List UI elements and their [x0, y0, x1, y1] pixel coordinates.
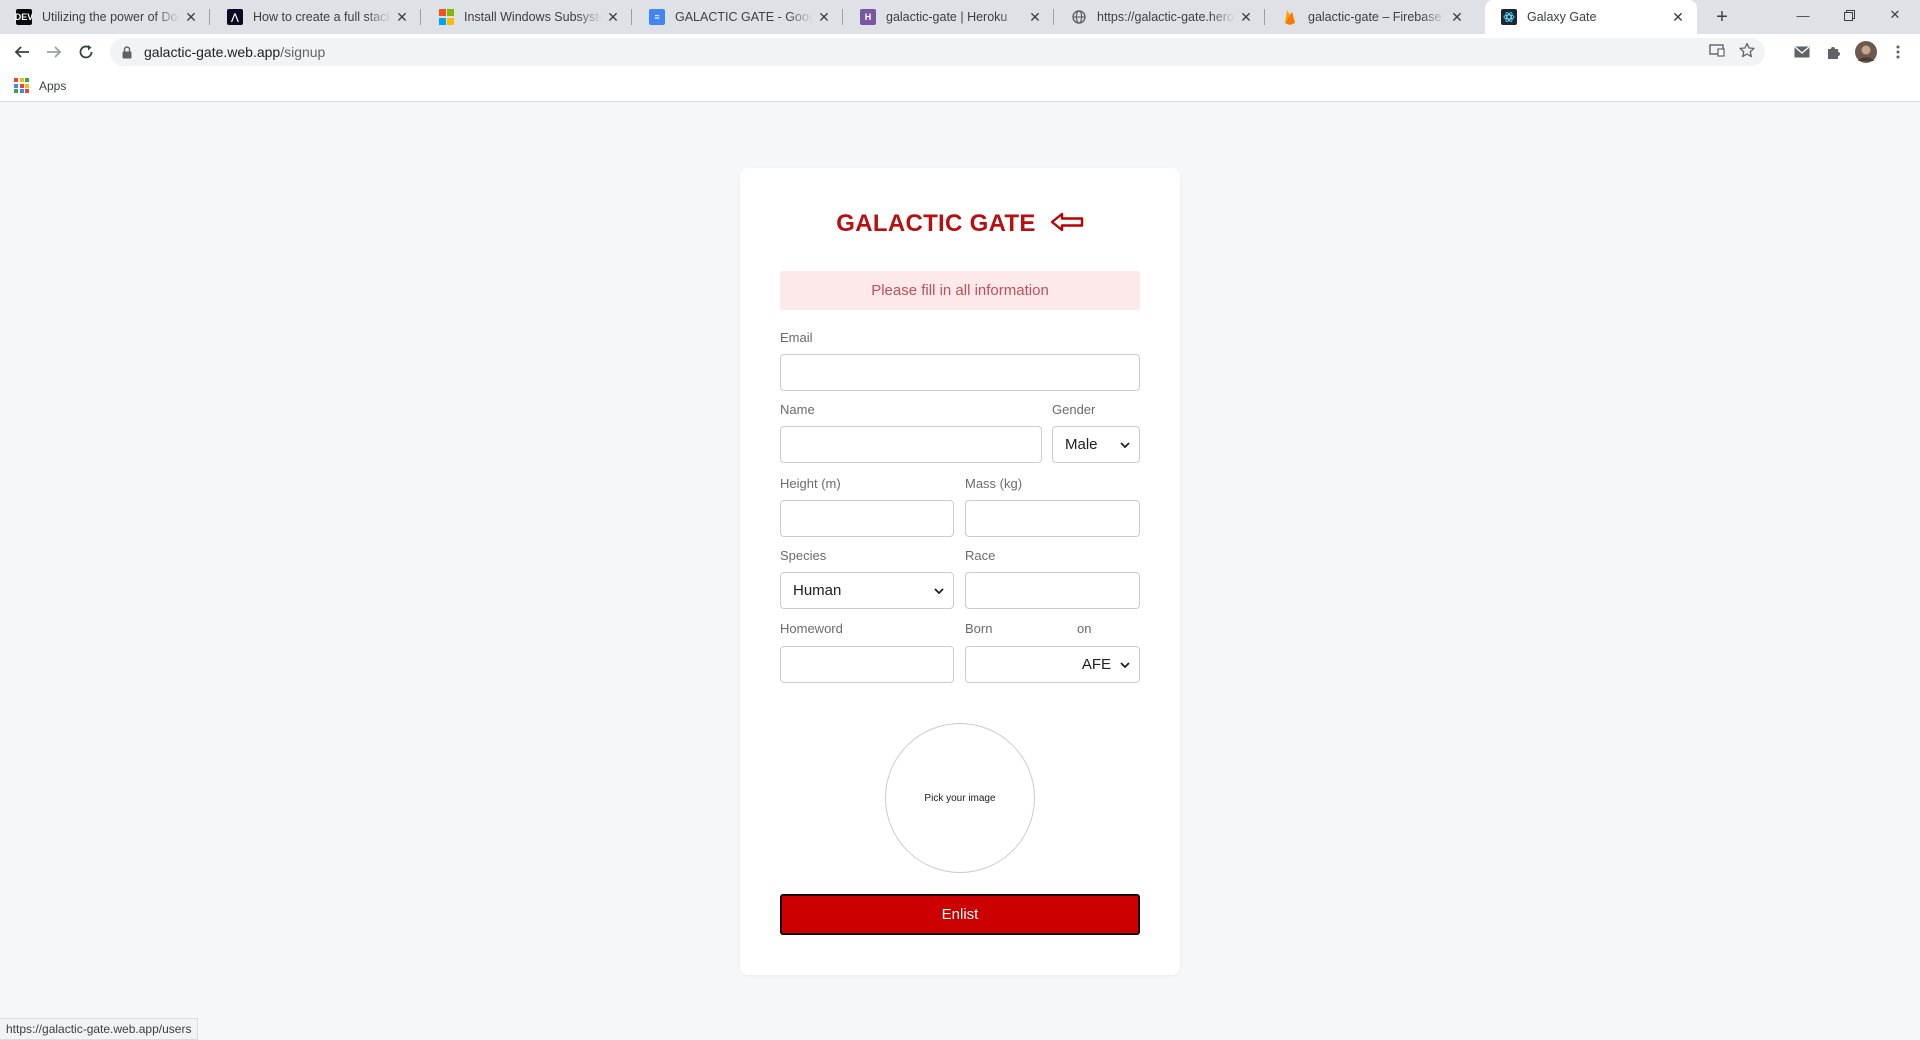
image-picker[interactable]: Pick your image [885, 723, 1035, 873]
close-tab-icon[interactable]: ✕ [391, 9, 413, 26]
close-tab-icon[interactable]: ✕ [1667, 9, 1689, 26]
minimize-button[interactable]: — [1780, 0, 1826, 30]
reload-button[interactable] [72, 38, 100, 66]
species-label: Species [780, 548, 827, 563]
browser-toolbar: galactic-gate.web.app/signup [0, 34, 1920, 70]
lock-icon [122, 45, 136, 59]
forward-button[interactable] [40, 38, 68, 66]
dev-favicon-icon: DEV [15, 9, 33, 25]
gender-label: Gender [1052, 402, 1096, 417]
cast-icon[interactable] [1709, 43, 1725, 62]
firebase-favicon-icon [1282, 9, 1298, 25]
close-tab-icon[interactable]: ✕ [180, 9, 202, 26]
chevron-down-icon [1117, 441, 1133, 448]
brand-header: GALACTIC GATE [740, 210, 1180, 238]
bookmarks-bar: Apps [0, 70, 1920, 102]
species-value: Human [793, 582, 842, 599]
born-year-field[interactable]: AFE [965, 646, 1140, 683]
tab-title: galactic-gate | Heroku [886, 10, 1008, 24]
browser-tab[interactable]: DEV Utilizing the power of Docker ✕ [0, 0, 210, 34]
bookmark-star-icon[interactable] [1739, 42, 1755, 63]
close-tab-icon[interactable]: ✕ [1235, 9, 1257, 26]
email-input[interactable] [780, 354, 1140, 391]
born-on-label: on [1077, 621, 1092, 636]
homeworld-input[interactable] [780, 646, 954, 683]
tab-title: galactic-gate – Firebase console [1308, 10, 1446, 24]
chrome-menu-icon[interactable] [1884, 38, 1912, 66]
apps-bookmark[interactable]: Apps [14, 78, 66, 93]
heroku-favicon-icon: H [860, 9, 876, 25]
browser-tab[interactable]: Install Windows Subsystem for Linux ✕ [422, 0, 632, 34]
species-select[interactable]: Human [780, 572, 954, 609]
gender-select[interactable]: Male [1052, 426, 1140, 463]
name-label: Name [780, 402, 815, 417]
close-tab-icon[interactable]: ✕ [602, 9, 624, 26]
close-tab-icon[interactable]: ✕ [813, 9, 835, 26]
close-window-button[interactable]: ✕ [1872, 0, 1918, 30]
tab-title: Install Windows Subsystem for Linux [464, 10, 602, 24]
gender-value: Male [1065, 436, 1098, 453]
race-input[interactable] [965, 572, 1140, 609]
homeworld-label: Homeword [780, 621, 843, 636]
close-tab-icon[interactable]: ✕ [1024, 9, 1046, 26]
profile-avatar[interactable] [1852, 38, 1880, 66]
tab-title: Utilizing the power of Docker [42, 10, 180, 24]
browser-tab[interactable]: H galactic-gate | Heroku ✕ [844, 0, 1054, 34]
tab-title: GALACTIC GATE - Google Docs [675, 10, 813, 24]
new-tab-button[interactable]: + [1708, 4, 1736, 30]
mass-input[interactable] [965, 500, 1140, 537]
chevron-down-icon [1117, 661, 1133, 668]
address-bar[interactable]: galactic-gate.web.app/signup [110, 38, 1765, 66]
extensions-puzzle-icon[interactable] [1820, 38, 1848, 66]
mail-icon[interactable] [1788, 38, 1816, 66]
tab-title: Galaxy Gate [1527, 10, 1597, 24]
born-era-value[interactable]: AFE [1082, 656, 1111, 673]
tab-strip: DEV Utilizing the power of Docker ✕ ⋀ Ho… [0, 0, 1920, 34]
react-favicon-icon [1501, 9, 1517, 25]
error-alert: Please fill in all information [780, 271, 1140, 310]
status-bar-url: https://galactic-gate.web.app/users [0, 1018, 199, 1040]
browser-tab-active[interactable]: Galaxy Gate ✕ [1485, 0, 1697, 34]
name-input[interactable] [780, 426, 1042, 463]
browser-tab[interactable]: ⋀ How to create a full stack React ✕ [211, 0, 421, 34]
freecodecamp-favicon-icon: ⋀ [227, 9, 243, 25]
browser-tab[interactable]: galactic-gate – Firebase console ✕ [1266, 0, 1476, 34]
url-text: galactic-gate.web.app/signup [144, 44, 325, 60]
height-label: Height (m) [780, 476, 841, 491]
url-host: galactic-gate.web.app [144, 44, 281, 60]
signup-card: GALACTIC GATE Please fill in all informa… [740, 168, 1180, 975]
url-path: /signup [280, 44, 326, 60]
tab-title: https://galactic-gate.herokuapp.com [1097, 10, 1235, 24]
google-docs-favicon-icon: ≡ [649, 9, 665, 25]
email-label: Email [780, 330, 813, 345]
restore-button[interactable] [1826, 0, 1872, 30]
browser-tab[interactable]: ≡ GALACTIC GATE - Google Docs ✕ [633, 0, 843, 34]
tab-title: How to create a full stack React [253, 10, 391, 24]
apps-label: Apps [39, 78, 67, 93]
apps-grid-icon [14, 78, 29, 93]
globe-icon [1071, 9, 1087, 25]
back-arrow-icon[interactable] [1050, 212, 1084, 237]
close-tab-icon[interactable]: ✕ [1446, 9, 1468, 26]
born-label: Born [965, 621, 993, 636]
mass-label: Mass (kg) [965, 476, 1023, 491]
height-input[interactable] [780, 500, 954, 537]
enlist-button[interactable]: Enlist [780, 894, 1140, 935]
browser-tab[interactable]: https://galactic-gate.herokuapp.com ✕ [1055, 0, 1265, 34]
chevron-down-icon [931, 587, 947, 594]
microsoft-favicon-icon [438, 9, 454, 25]
back-button[interactable] [8, 38, 36, 66]
brand-title: GALACTIC GATE [836, 210, 1036, 237]
race-label: Race [965, 548, 996, 563]
